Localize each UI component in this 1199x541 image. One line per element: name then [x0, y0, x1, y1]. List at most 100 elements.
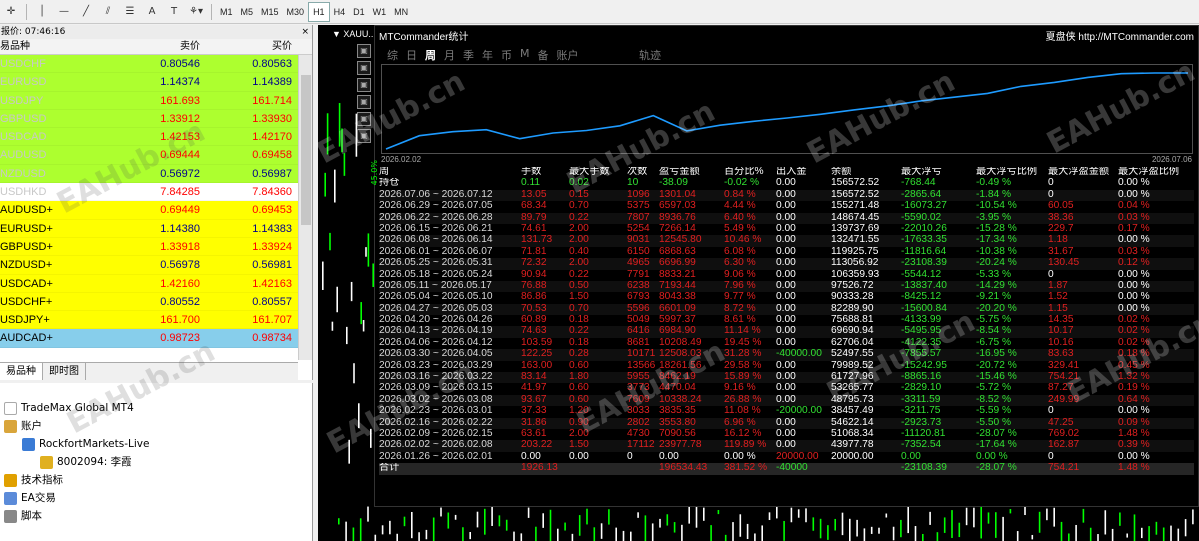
candle	[326, 113, 329, 155]
timeframe-w1[interactable]: W1	[369, 2, 391, 22]
market-watch-row[interactable]: EURUSD 1.14374 1.14389	[0, 73, 312, 92]
close-icon[interactable]: ×	[301, 25, 312, 39]
market-watch-row[interactable]: EURUSD+ 1.14380 1.14383	[0, 219, 312, 238]
market-watch-row[interactable]: AUDUSD+ 0.69449 0.69453	[0, 201, 312, 220]
period-tab[interactable]: 周	[425, 47, 436, 63]
chart-symbol: XAUU...	[343, 29, 376, 39]
bid-column-header[interactable]: 卖价	[112, 39, 204, 55]
market-watch-row[interactable]: AUDCAD+ 0.98723 0.98734	[0, 329, 312, 348]
timeframe-h4[interactable]: H4	[330, 2, 350, 22]
stats-cell: 29.58 %	[724, 360, 762, 371]
bid-price: 1.14380	[160, 222, 200, 235]
equity-axis-label: 45.0%	[370, 160, 379, 186]
stats-cell: 26.88 %	[724, 394, 762, 405]
market-watch-row[interactable]: NZDUSD+ 0.56978 0.56981	[0, 256, 312, 275]
market-watch-row[interactable]: USDCHF 0.80546 0.80563	[0, 55, 312, 74]
stats-cell: 5.49 %	[724, 223, 756, 234]
market-watch-row[interactable]: GBPUSD 1.33912 1.33930	[0, 109, 312, 129]
stats-cell: 2026.05.18 ~ 2026.05.24	[379, 269, 493, 280]
market-watch-row[interactable]: USDHKD 7.84285 7.84360	[0, 183, 312, 202]
symbol-name: AUDUSD+	[0, 204, 53, 217]
market-watch-row[interactable]: USDJPY 161.693 161.714	[0, 91, 312, 110]
candle	[513, 531, 515, 541]
channel-icon[interactable]: ⫽	[97, 2, 119, 22]
navigator-item[interactable]: 8002094: 李霞	[0, 453, 312, 471]
timeframe-m1[interactable]: M1	[216, 2, 237, 22]
market-watch-row[interactable]: NZDUSD 0.56972 0.56987	[0, 164, 312, 184]
crosshair-icon[interactable]: ✛	[0, 2, 22, 22]
stats-cell: 0.00	[776, 383, 796, 394]
stats-cell: 0.18	[569, 315, 589, 326]
market-watch-header: 易品种 卖价 买价	[0, 39, 312, 55]
ask-price: 161.714	[252, 94, 292, 107]
trendline-icon[interactable]: ╱	[75, 2, 97, 22]
market-watch-row[interactable]: AUDUSD 0.69444 0.69458	[0, 146, 312, 165]
brand-url-link[interactable]: http://MTCommander.com	[1078, 32, 1194, 43]
label-tool-icon[interactable]: T	[163, 2, 185, 22]
timeframe-m15[interactable]: M15	[257, 2, 283, 22]
navigator-item[interactable]: EA交易	[0, 489, 312, 507]
text-tool-icon[interactable]: A	[141, 2, 163, 22]
stats-cell: 0.70	[569, 303, 589, 314]
stats-cell: 17112	[627, 440, 655, 451]
scrollbar-thumb[interactable]	[301, 75, 311, 225]
market-watch-scrollbar[interactable]	[298, 55, 312, 360]
symbol-name: USDHKD	[0, 186, 47, 199]
market-watch-row[interactable]: GBPUSD+ 1.33918 1.33924	[0, 237, 312, 257]
market-watch-row[interactable]: USDCAD+ 1.42160 1.42163	[0, 274, 312, 293]
market-watch-row[interactable]: USDCHF+ 0.80552 0.80557	[0, 292, 312, 312]
stats-cell: 6.30 %	[724, 258, 756, 269]
tab-symbols[interactable]: 易品种	[0, 363, 43, 380]
timeframe-h1[interactable]: H1	[308, 1, 330, 22]
sidebar-icon-1[interactable]: ▣	[357, 44, 371, 58]
shapes-dropdown-icon[interactable]: ⚘▾	[185, 2, 207, 22]
period-tab[interactable]: 账户	[557, 47, 579, 63]
period-tab[interactable]: 季	[463, 47, 474, 63]
sidebar-icon-5[interactable]: ▣	[357, 112, 371, 126]
navigator-item[interactable]: 技术指标	[0, 471, 312, 489]
stats-cell: 68.34	[521, 201, 547, 212]
stats-cell: -5.72 %	[976, 383, 1012, 394]
ask-column-header[interactable]: 买价	[204, 39, 296, 55]
sidebar-icon-3[interactable]: ▣	[357, 78, 371, 92]
stats-cell: -6.75 %	[976, 337, 1012, 348]
weekly-stats-table: 周 手数 最大手数 次数 盈亏金额 百分比% 出入金 余额 最大浮亏 最大浮亏比例 最大浮盈金额 最大…	[379, 167, 1194, 475]
timeframe-mn[interactable]: MN	[390, 2, 412, 22]
stats-cell: 16.12 %	[724, 428, 762, 439]
stats-cell: 1.87	[1048, 280, 1068, 291]
timeframe-m30[interactable]: M30	[283, 2, 309, 22]
timeframe-d1[interactable]: D1	[349, 2, 369, 22]
stats-cell: -28.07 %	[976, 463, 1017, 474]
stats-cell: 60.89	[521, 315, 547, 326]
market-watch-row[interactable]: USDCAD 1.42153 1.42170	[0, 128, 312, 147]
period-tab[interactable]: 币	[501, 47, 512, 63]
navigator-item[interactable]: 账户	[0, 417, 312, 435]
stats-cell: 2026.03.30 ~ 2026.04.05	[379, 349, 493, 360]
stats-cell: 51068.34	[831, 428, 874, 439]
sidebar-icon-4[interactable]: ▣	[357, 95, 371, 109]
fibonacci-icon[interactable]: ☰	[119, 2, 141, 22]
period-tab[interactable]: 月	[444, 47, 455, 63]
market-watch-row[interactable]: USDJPY+ 161.700 161.707	[0, 311, 312, 330]
period-tab[interactable]: 综	[387, 47, 398, 63]
vertical-line-icon[interactable]: │	[31, 2, 53, 22]
period-tab[interactable]: 日	[406, 47, 417, 63]
candle	[350, 281, 353, 302]
period-tab[interactable]: 备	[538, 47, 549, 63]
tab-track[interactable]: 轨迹	[639, 47, 661, 63]
stats-cell: 6793	[627, 292, 650, 303]
period-tab[interactable]: M	[520, 47, 530, 63]
sidebar-icon-2[interactable]: ▣	[357, 61, 371, 75]
sidebar-icon-6[interactable]: ▣	[357, 129, 371, 143]
navigator-item[interactable]: 脚本	[0, 507, 312, 525]
navigator-item[interactable]: TradeMax Global MT4	[0, 399, 312, 417]
symbol-column-header[interactable]: 易品种	[0, 39, 112, 55]
navigator-item[interactable]: RockfortMarkets-Live	[0, 435, 312, 453]
stats-row: 2026.05.11 ~ 2026.05.17 76.88 0.50 6238 7193…	[379, 280, 1194, 293]
stats-cell	[569, 463, 627, 474]
timeframe-m5[interactable]: M5	[237, 2, 258, 22]
tab-tick-chart[interactable]: 即时图	[43, 363, 86, 380]
ask-price: 0.56981	[252, 259, 292, 272]
period-tab[interactable]: 年	[482, 47, 493, 63]
horizontal-line-icon[interactable]: —	[53, 2, 75, 22]
